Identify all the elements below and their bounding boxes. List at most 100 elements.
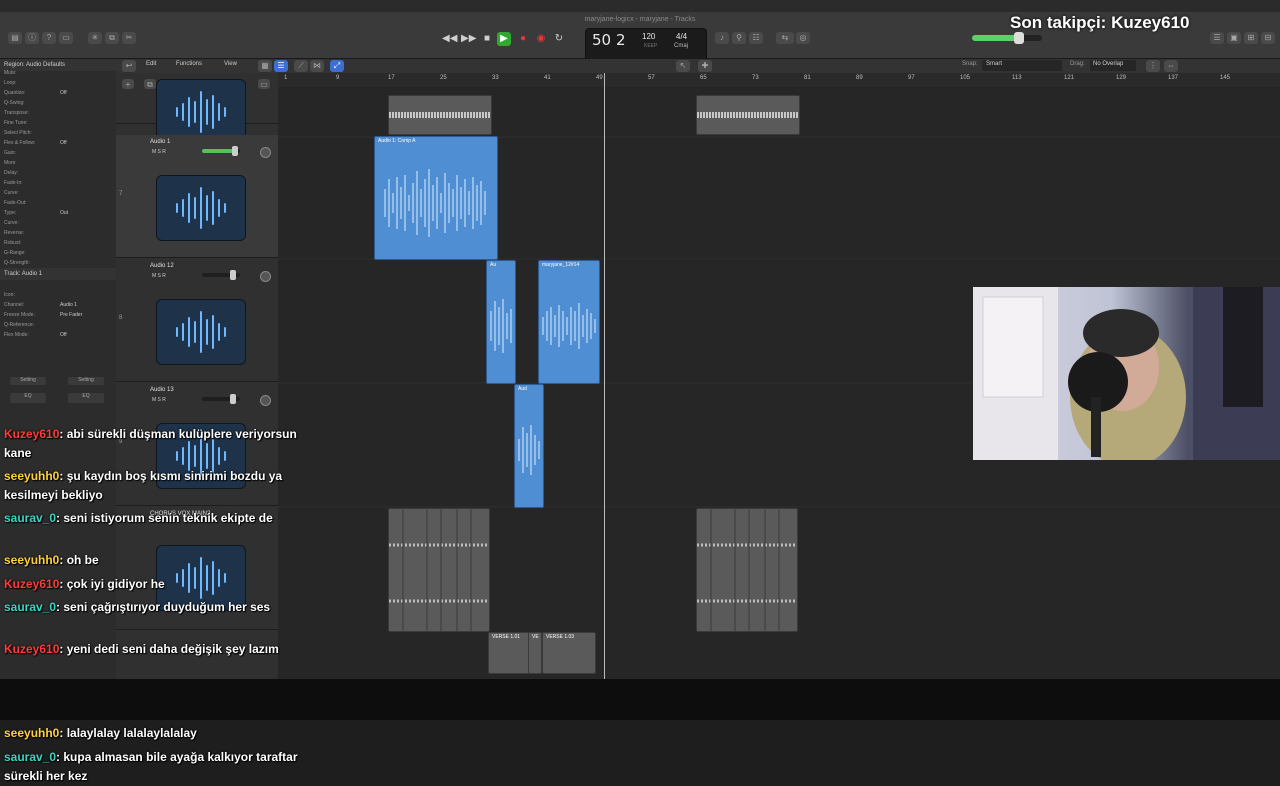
- inspector-row[interactable]: Fade-In:: [4, 180, 112, 186]
- waveform-zoom-icon[interactable]: ⋮: [1146, 60, 1160, 72]
- inspector-row[interactable]: Quantize: Off: [4, 90, 112, 96]
- region-audio12-a[interactable]: Au: [486, 260, 516, 384]
- inspector-row-label: Quantize:: [4, 90, 26, 96]
- eq-button-left[interactable]: EQ: [10, 393, 46, 403]
- track-lane[interactable]: Audio 12 8 M S R: [116, 259, 278, 382]
- inspector-row[interactable]: Curve:: [4, 220, 112, 226]
- setting-button-left[interactable]: Setting: [10, 377, 46, 385]
- inspector-row[interactable]: Q-Swing:: [4, 100, 112, 106]
- inspector-row[interactable]: Fade-Out:: [4, 200, 112, 206]
- playhead[interactable]: [604, 73, 605, 679]
- track-name[interactable]: Audio 13: [150, 387, 174, 393]
- snap-select[interactable]: Smart: [982, 60, 1062, 71]
- track-volume-fader[interactable]: [202, 394, 240, 404]
- region-audio12-b[interactable]: maryjane_12#14: [538, 260, 600, 384]
- inspector-row[interactable]: Fine Tune:: [4, 120, 112, 126]
- fader-knob[interactable]: [230, 394, 236, 404]
- browser-icon[interactable]: ⊟: [1261, 32, 1275, 44]
- inspector-row[interactable]: Delay:: [4, 170, 112, 176]
- metronome-icon[interactable]: ⚲: [732, 32, 746, 44]
- mute-solo-record-buttons[interactable]: M S R: [152, 273, 166, 279]
- track-name[interactable]: Audio 12: [150, 263, 174, 269]
- pan-knob[interactable]: [260, 147, 271, 158]
- inspector-row[interactable]: Transpose:: [4, 110, 112, 116]
- fader-knob[interactable]: [230, 270, 236, 280]
- master-volume-slider[interactable]: [972, 32, 1042, 44]
- track-inspector-row[interactable]: Channel: Audio 1: [4, 302, 112, 308]
- region-chorus-group-1[interactable]: [388, 508, 490, 632]
- smart-controls-icon[interactable]: ✳: [88, 32, 102, 44]
- play-button[interactable]: ▶: [497, 32, 511, 46]
- capture-record-icon[interactable]: ◉: [534, 32, 548, 46]
- setting-button-right[interactable]: Setting: [68, 377, 104, 385]
- inspector-row[interactable]: Flex & Follow: Off: [4, 140, 112, 146]
- cycle-icon[interactable]: ↻: [552, 32, 566, 46]
- pencil-tool-icon[interactable]: ✚: [698, 60, 712, 72]
- region-top-group-1[interactable]: [388, 95, 492, 135]
- automation-icon[interactable]: ⟋: [294, 60, 308, 72]
- library-icon[interactable]: ▤: [8, 32, 22, 44]
- replace-icon[interactable]: ⇆: [776, 32, 794, 44]
- inspector-row[interactable]: Robust:: [4, 240, 112, 246]
- inspector-row[interactable]: Type: Out: [4, 210, 112, 216]
- quick-help-icon[interactable]: ?: [42, 32, 56, 44]
- region-verse-103[interactable]: VERSE 1.03: [542, 632, 596, 674]
- list-editors-icon[interactable]: ☰: [1210, 32, 1224, 44]
- fast-forward-button[interactable]: ▶▶: [461, 32, 476, 46]
- record-button[interactable]: ●: [516, 32, 530, 46]
- pan-knob[interactable]: [260, 271, 271, 282]
- track-icon[interactable]: [156, 299, 246, 365]
- track-inspector-row[interactable]: Flex Mode: Off: [4, 332, 112, 338]
- track-volume-fader[interactable]: [202, 146, 240, 156]
- flex-icon[interactable]: ⋈: [310, 60, 324, 72]
- stop-button[interactable]: ■: [480, 32, 494, 46]
- inspector-row-label: Mute:: [4, 70, 17, 76]
- inspector-row[interactable]: Mute:: [4, 70, 112, 76]
- lcd-display[interactable]: 50 2 120 KEEP 4/4 Cmaj: [585, 28, 707, 62]
- drag-select[interactable]: No Overlap: [1090, 60, 1136, 71]
- notepad-icon[interactable]: ▣: [1227, 32, 1241, 44]
- region-audio13[interactable]: Aud: [514, 384, 544, 508]
- inspector-row[interactable]: Q-Strength:: [4, 260, 112, 266]
- bar-ruler[interactable]: 1 9 17 25 33 41 49 57 65 73 81 89 97 105 113 121 129 137 1…: [278, 73, 1280, 88]
- region-top-group-2[interactable]: [696, 95, 800, 135]
- track-inspector-row[interactable]: Q-Reference:: [4, 322, 112, 328]
- inspector-row[interactable]: More: [4, 160, 112, 166]
- track-inspector-row[interactable]: Icon:: [4, 292, 112, 298]
- rewind-button[interactable]: ◀◀: [442, 32, 457, 46]
- count-in-icon[interactable]: ☷: [749, 32, 763, 44]
- inspector-row[interactable]: Loop:: [4, 80, 112, 86]
- fader-knob[interactable]: [232, 146, 238, 156]
- region-chorus-group-2[interactable]: [696, 508, 798, 632]
- region-audio1-comp[interactable]: Audio 1: Comp A: [374, 136, 498, 260]
- toolbar-icon[interactable]: ▭: [59, 32, 73, 44]
- inspector-icon[interactable]: ⓘ: [25, 32, 39, 44]
- mute-solo-record-buttons[interactable]: M S R: [152, 149, 166, 155]
- lcd-key: Cmaj: [674, 43, 689, 49]
- mute-solo-record-buttons[interactable]: M S R: [152, 397, 166, 403]
- catch-icon[interactable]: ⤢: [330, 60, 344, 72]
- pointer-tool-icon[interactable]: ↖: [676, 60, 690, 72]
- track-name[interactable]: Audio 1: [150, 139, 170, 145]
- region-verse-101[interactable]: VERSE 1.01: [488, 632, 530, 674]
- track-header[interactable]: Track: Audio 1: [0, 268, 116, 280]
- track-volume-fader[interactable]: [202, 270, 240, 280]
- solo-icon[interactable]: ◎: [796, 32, 810, 44]
- inspector-row[interactable]: Select Pitch:: [4, 130, 112, 136]
- inspector-row[interactable]: Gain:: [4, 150, 112, 156]
- inspector-row[interactable]: Reverse:: [4, 230, 112, 236]
- loop-browser-icon[interactable]: ⊞: [1244, 32, 1258, 44]
- track-icon[interactable]: [156, 175, 246, 241]
- inspector-row[interactable]: G-Range:: [4, 250, 112, 256]
- inspector-row[interactable]: Curve:: [4, 190, 112, 196]
- master-volume-knob[interactable]: [1014, 32, 1024, 44]
- tuner-icon[interactable]: ♪: [715, 32, 729, 44]
- region-verse-ve[interactable]: VE: [528, 632, 542, 674]
- chat-text: : oh be: [59, 553, 99, 567]
- track-inspector-row[interactable]: Freeze Mode: Pre Fader: [4, 312, 112, 318]
- track-lane[interactable]: Audio 1 7 M S R: [116, 135, 278, 258]
- pan-knob[interactable]: [260, 395, 271, 406]
- eq-button-right[interactable]: EQ: [68, 393, 104, 403]
- zoom-out-icon[interactable]: ⇔: [1164, 60, 1178, 72]
- track-lane[interactable]: [116, 1, 278, 145]
